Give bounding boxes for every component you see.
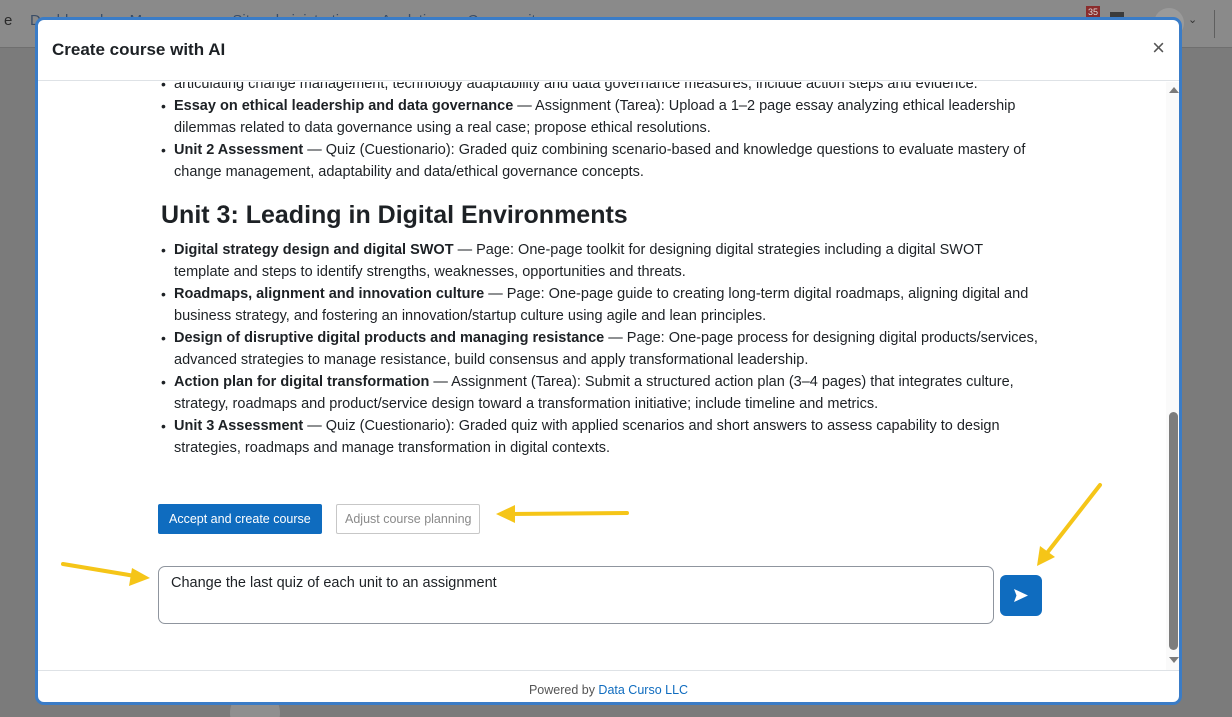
prompt-input[interactable]: Change the last quiz of each unit to an …: [158, 566, 994, 624]
unit2-activity-list: articulating change management, technolo…: [158, 82, 1038, 183]
list-item: Digital strategy design and digital SWOT…: [158, 239, 1038, 283]
footer-prefix: Powered by: [528, 683, 599, 697]
scroll-up-icon[interactable]: [1169, 87, 1179, 93]
footer-link[interactable]: Data Curso LLC: [598, 683, 688, 697]
send-icon: [1014, 589, 1028, 602]
unit3-heading: Unit 3: Leading in Digital Environments: [161, 201, 628, 229]
list-item: Roadmaps, alignment and innovation cultu…: [158, 283, 1038, 327]
accept-create-course-button[interactable]: Accept and create course: [158, 504, 322, 534]
list-item: Action plan for digital transformation —…: [158, 371, 1038, 415]
modal-body: articulating change management, technolo…: [38, 82, 1179, 670]
adjust-course-planning-button[interactable]: Adjust course planning: [336, 504, 481, 534]
create-course-modal: Create course with AI × articulating cha…: [35, 17, 1182, 705]
scroll-down-icon[interactable]: [1169, 657, 1179, 663]
list-item: Unit 3 Assessment — Quiz (Cuestionario):…: [158, 415, 1038, 459]
nav-divider: [1214, 10, 1215, 38]
modal-header: Create course with AI ×: [38, 20, 1179, 81]
send-button[interactable]: [1000, 575, 1042, 616]
list-item: Essay on ethical leadership and data gov…: [158, 95, 1038, 139]
background-brand: e: [4, 12, 13, 29]
list-item: articulating change management, technolo…: [158, 82, 1038, 95]
close-icon[interactable]: ×: [1152, 37, 1165, 59]
modal-footer: Powered by Data Curso LLC: [38, 670, 1179, 702]
modal-title: Create course with AI: [52, 40, 226, 59]
list-item: Unit 2 Assessment — Quiz (Cuestionario):…: [158, 139, 1038, 183]
list-item: Design of disruptive digital products an…: [158, 327, 1038, 371]
chevron-down-icon: ⌄: [1188, 14, 1198, 26]
scrollbar-thumb[interactable]: [1169, 412, 1178, 650]
unit3-activity-list: Digital strategy design and digital SWOT…: [158, 239, 1038, 459]
